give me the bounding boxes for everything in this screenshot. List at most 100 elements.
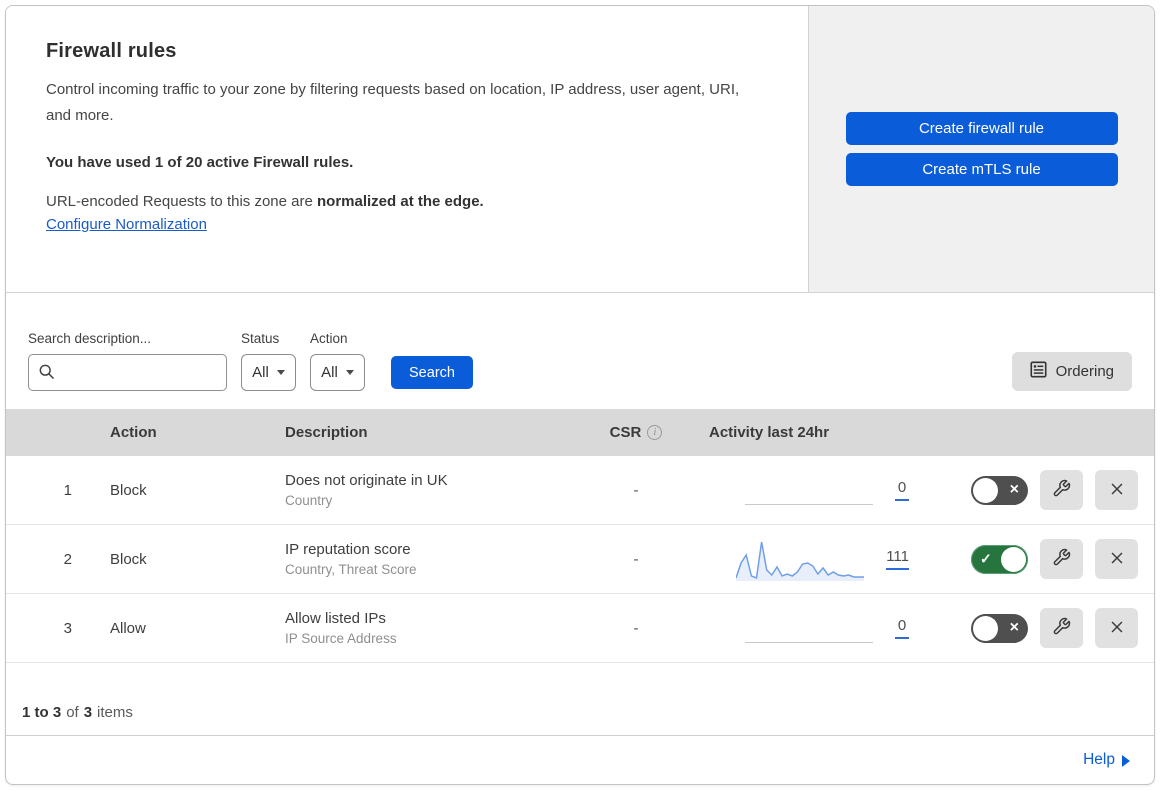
rule-enabled-toggle[interactable]: ✓×: [971, 544, 1028, 574]
table-header-row: Action Description CSR i Activity last 2…: [6, 409, 1154, 456]
actions-panel: Create firewall rule Create mTLS rule: [809, 6, 1154, 292]
page-description: Control incoming traffic to your zone by…: [46, 81, 740, 125]
x-icon: ×: [1009, 481, 1019, 498]
rule-priority: 3: [63, 619, 72, 637]
activity-count-link[interactable]: 111: [886, 548, 909, 570]
normalization-prefix: URL-encoded Requests to this zone are: [46, 192, 317, 210]
toggle-knob: [1001, 546, 1026, 572]
rule-controls: ✓×: [911, 539, 1154, 579]
edit-rule-button[interactable]: [1040, 470, 1083, 510]
rule-description-cell: IP reputation score Country, Threat Score: [271, 541, 591, 577]
header-action: Action: [110, 424, 157, 441]
rule-criteria: IP Source Address: [285, 631, 397, 646]
configure-normalization-link[interactable]: Configure Normalization: [46, 216, 207, 233]
header-csr-label: CSR: [609, 424, 642, 441]
page-title: Firewall rules: [46, 40, 177, 62]
info-icon[interactable]: i: [647, 425, 663, 440]
header-activity: Activity last 24hr: [709, 424, 830, 441]
rule-csr: -: [633, 619, 639, 637]
action-dropdown[interactable]: All: [310, 354, 365, 391]
status-dropdown[interactable]: All: [241, 354, 296, 391]
filter-bar: Search description... Status All Action …: [6, 293, 1154, 409]
wrench-icon: [1052, 617, 1071, 639]
ordering-button-label: Ordering: [1055, 363, 1114, 380]
close-icon: [1108, 618, 1126, 639]
search-icon: [38, 363, 55, 385]
delete-rule-button[interactable]: [1095, 608, 1138, 648]
help-label: Help: [1083, 750, 1115, 768]
rule-enabled-toggle[interactable]: ✓×: [971, 475, 1028, 505]
range-text: 1 to 3: [22, 704, 62, 721]
status-filter-group: Status All: [241, 331, 296, 391]
ordering-button[interactable]: Ordering: [1011, 352, 1132, 391]
arrow-right-icon: [1122, 754, 1130, 767]
chevron-down-icon: [276, 370, 285, 375]
rule-activity-cell: 111: [681, 537, 911, 581]
top-section: Firewall rules Control incoming traffic …: [6, 6, 1154, 293]
search-label: Search description...: [28, 331, 152, 346]
pagination-summary: 1 to 3 of 3 items: [6, 663, 1154, 735]
table-row: 1 Block Does not originate in UK Country - 0 ✓…: [6, 456, 1154, 525]
rule-priority: 2: [63, 550, 72, 568]
activity-sparkline-empty: [745, 606, 873, 650]
close-icon: [1108, 480, 1126, 501]
rule-action: Allow: [110, 619, 146, 637]
rule-description-cell: Does not originate in UK Country: [271, 472, 591, 508]
rule-criteria: Country, Threat Score: [285, 562, 417, 577]
status-dropdown-value: All: [252, 364, 269, 381]
close-icon: [1108, 549, 1126, 570]
search-group: Search description...: [28, 331, 227, 391]
table-row: 2 Block IP reputation score Country, Threat…: [6, 525, 1154, 594]
activity-count-link[interactable]: 0: [895, 479, 909, 501]
rule-description: Does not originate in UK: [285, 472, 448, 489]
activity-sparkline: [735, 537, 865, 581]
wrench-icon: [1052, 479, 1071, 501]
rule-activity-cell: 0: [681, 468, 911, 512]
delete-rule-button[interactable]: [1095, 470, 1138, 510]
check-icon: ✓: [980, 550, 992, 567]
action-label: Action: [310, 331, 348, 346]
table-body: 1 Block Does not originate in UK Country - 0 ✓…: [6, 456, 1154, 663]
create-firewall-rule-button[interactable]: Create firewall rule: [845, 112, 1118, 145]
rule-controls: ✓×: [911, 470, 1154, 510]
rule-action: Block: [110, 481, 147, 499]
rule-activity-cell: 0: [681, 606, 911, 650]
header-description: Description: [285, 424, 368, 441]
search-button[interactable]: Search: [391, 356, 473, 389]
usage-summary: You have used 1 of 20 active Firewall ru…: [46, 153, 354, 171]
chevron-down-icon: [345, 370, 354, 375]
normalization-bold: normalized at the edge.: [317, 192, 484, 210]
rule-action: Block: [110, 550, 147, 568]
rule-priority: 1: [63, 481, 72, 499]
x-icon: ×: [1009, 619, 1019, 636]
create-mtls-rule-button[interactable]: Create mTLS rule: [845, 153, 1118, 186]
edit-rule-button[interactable]: [1040, 539, 1083, 579]
toggle-knob: [973, 615, 998, 641]
action-dropdown-value: All: [321, 364, 338, 381]
firewall-rules-card: Firewall rules Control incoming traffic …: [5, 5, 1155, 785]
total-text: 3: [83, 704, 93, 721]
search-input[interactable]: [28, 354, 227, 391]
delete-rule-button[interactable]: [1095, 539, 1138, 579]
normalization-note: URL-encoded Requests to this zone are no…: [46, 193, 768, 210]
header-csr: CSR i: [591, 424, 681, 441]
of-text: of: [66, 704, 79, 721]
search-wrap: [28, 354, 227, 391]
rule-csr: -: [633, 481, 639, 499]
edit-rule-button[interactable]: [1040, 608, 1083, 648]
help-link[interactable]: Help: [1083, 751, 1130, 769]
intro-panel: Firewall rules Control incoming traffic …: [6, 6, 809, 292]
rule-controls: ✓×: [911, 608, 1154, 648]
ordering-list-icon: [1030, 361, 1047, 382]
activity-sparkline-empty: [745, 468, 873, 512]
rule-description: Allow listed IPs: [285, 610, 386, 627]
status-label: Status: [241, 331, 280, 346]
activity-count-link[interactable]: 0: [895, 617, 909, 639]
toggle-knob: [973, 477, 998, 503]
help-bar: Help: [6, 735, 1154, 783]
action-filter-group: Action All: [310, 331, 365, 391]
rule-enabled-toggle[interactable]: ✓×: [971, 613, 1028, 643]
table-row: 3 Allow Allow listed IPs IP Source Address -…: [6, 594, 1154, 663]
rule-description-cell: Allow listed IPs IP Source Address: [271, 610, 591, 646]
wrench-icon: [1052, 548, 1071, 570]
